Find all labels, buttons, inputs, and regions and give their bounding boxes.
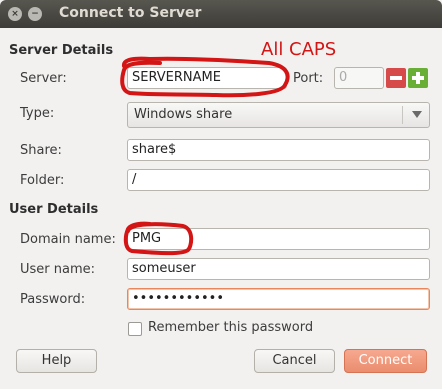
cancel-button[interactable]: Cancel: [254, 349, 335, 373]
type-selected-value: Windows share: [134, 107, 233, 122]
help-button[interactable]: Help: [16, 349, 97, 373]
username-input[interactable]: someuser: [127, 258, 430, 280]
all-caps-annotation: All CAPS: [261, 39, 337, 60]
port-label: Port:: [293, 71, 324, 86]
port-decrement-icon[interactable]: [386, 68, 406, 88]
type-combobox[interactable]: Windows share: [127, 102, 430, 128]
server-label: Server:: [20, 71, 67, 86]
folder-input[interactable]: /: [127, 169, 430, 191]
server-details-heading: Server Details: [9, 43, 114, 58]
port-increment-icon[interactable]: [408, 68, 428, 88]
combo-separator: [402, 106, 403, 124]
share-label: Share:: [20, 143, 62, 158]
remember-password-checkbox[interactable]: [128, 322, 142, 336]
share-input[interactable]: share$: [127, 139, 430, 161]
port-field[interactable]: 0: [334, 67, 384, 89]
window-title: Connect to Server: [59, 5, 202, 21]
title-bar: × − Connect to Server: [0, 0, 442, 28]
chevron-down-icon: [412, 111, 422, 118]
connect-button[interactable]: Connect: [344, 349, 427, 373]
close-icon[interactable]: ×: [8, 7, 22, 21]
type-label: Type:: [20, 106, 55, 121]
domain-input[interactable]: PMG: [127, 228, 430, 250]
password-input[interactable]: ••••••••••••: [127, 288, 430, 310]
domain-label: Domain name:: [20, 232, 116, 247]
folder-label: Folder:: [20, 173, 65, 188]
connect-to-server-window: × − Connect to Server Server Details All…: [0, 0, 442, 389]
remember-password-label[interactable]: Remember this password: [148, 320, 313, 335]
username-label: User name:: [20, 262, 96, 277]
user-details-heading: User Details: [9, 202, 99, 217]
password-label: Password:: [20, 292, 86, 307]
minimize-icon[interactable]: −: [28, 7, 42, 21]
server-input[interactable]: SERVERNAME: [127, 67, 287, 89]
